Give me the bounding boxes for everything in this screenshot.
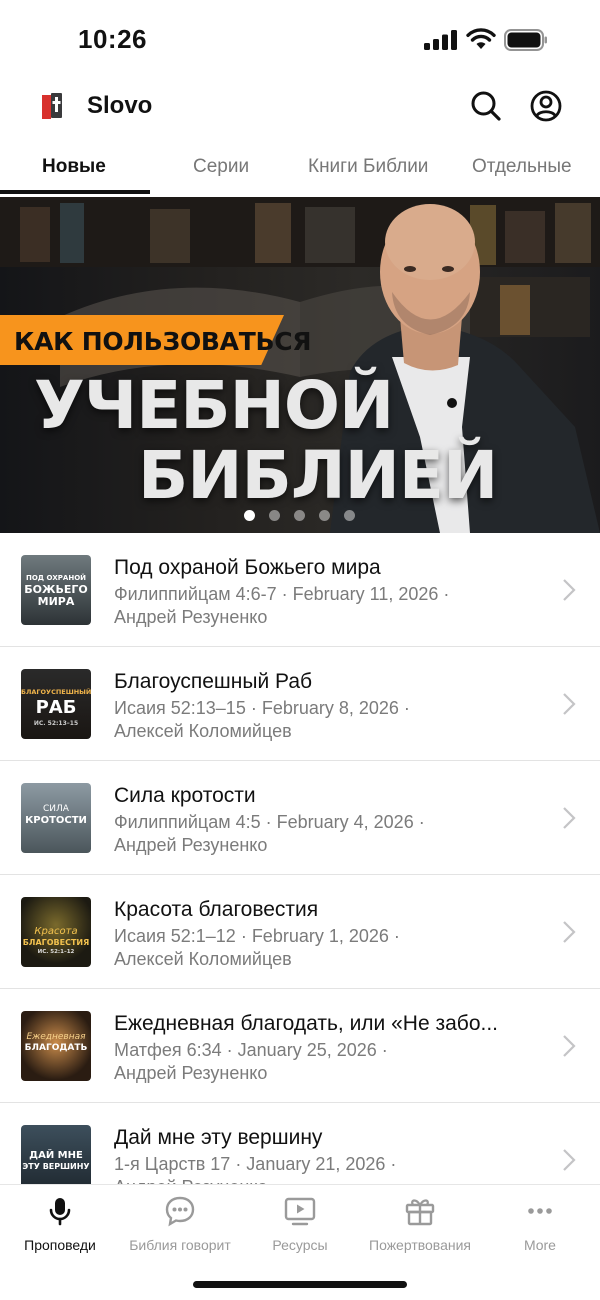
thumbnail-text: СИЛА	[43, 804, 69, 814]
banner-dot-3[interactable]	[294, 510, 305, 521]
tab-new[interactable]: Новые	[42, 156, 106, 178]
nav-label: Библия говорит	[129, 1237, 231, 1253]
tab-series[interactable]: Серии	[193, 156, 249, 178]
featured-banner[interactable]: КАК ПОЛЬЗОВАТЬСЯ УЧЕБНОЙ БИБЛИЕЙ	[0, 197, 600, 533]
thumbnail-text: Ежедневная	[26, 1032, 86, 1042]
thumbnail-text: БОЖЬЕГО	[24, 583, 88, 596]
chevron-right-icon	[563, 693, 576, 715]
nav-label: Пожертвования	[369, 1237, 471, 1253]
nav-resources[interactable]: Ресурсы	[240, 1195, 360, 1259]
sermon-thumbnail: Ежедневная БЛАГОДАТЬ	[21, 1011, 91, 1081]
thumbnail-text: БЛАГОДАТЬ	[24, 1043, 88, 1053]
tab-bible-books[interactable]: Книги Библии	[308, 156, 428, 178]
chevron-right-icon	[563, 1149, 576, 1171]
search-icon[interactable]	[469, 89, 503, 123]
thumbnail-text: МИРА	[37, 595, 75, 608]
bottom-tab-bar: Проповеди Библия говорит Ресурсы Пожертв…	[0, 1184, 600, 1300]
sermon-list-item[interactable]: БЛАГОУСПЕШНЫЙ РАБ ИС. 52:13–15 Благоуспе…	[0, 647, 600, 761]
profile-icon[interactable]	[529, 89, 563, 123]
sermon-thumbnail: Красота БЛАГОВЕСТИЯ ИС. 52:1–12	[21, 897, 91, 967]
slovo-logo-icon	[42, 93, 62, 119]
sermon-author: Алексей Коломийцев	[114, 949, 292, 969]
sermon-reference-date: 1-я Царств 17 · January 21, 2026 ·	[114, 1154, 397, 1174]
banner-headline-line1: УЧЕБНОЙ	[34, 367, 394, 444]
banner-dot-5[interactable]	[344, 510, 355, 521]
thumbnail-text: КРОТОСТИ	[25, 815, 87, 826]
status-bar: 10:26	[0, 0, 600, 80]
thumbnail-text: ПОД ОХРАНОЙ	[25, 574, 87, 582]
app-title: Slovo	[87, 92, 153, 119]
microphone-icon	[49, 1198, 71, 1226]
nav-bible-speaks[interactable]: Библия говорит	[120, 1195, 240, 1259]
sermon-title: Сила кротости	[114, 784, 256, 807]
home-indicator[interactable]	[193, 1281, 407, 1288]
sermon-title: Красота благовестия	[114, 898, 319, 921]
sermon-reference-date: Матфея 6:34 · January 25, 2026 ·	[114, 1040, 388, 1060]
sermon-list-item[interactable]: Ежедневная БЛАГОДАТЬ Ежедневная благодат…	[0, 989, 600, 1103]
chevron-right-icon	[563, 1035, 576, 1057]
banner-dot-2[interactable]	[269, 510, 280, 521]
sermon-reference-date: Филиппийцам 4:5 · February 4, 2026 ·	[114, 812, 425, 832]
banner-tag-text: КАК ПОЛЬЗОВАТЬСЯ	[14, 327, 312, 356]
battery-icon	[504, 29, 547, 51]
sermon-reference-date: Филиппийцам 4:6-7 · February 11, 2026 ·	[114, 584, 450, 604]
chevron-right-icon	[563, 921, 576, 943]
sermon-title: Дай мне эту вершину	[114, 1126, 323, 1149]
thumbnail-text: ИС. 52:13–15	[33, 720, 79, 727]
category-tabs: Новые Серии Книги Библии Отдельные	[0, 140, 600, 196]
cellular-signal-icon	[424, 30, 457, 50]
nav-label: Ресурсы	[272, 1237, 328, 1253]
thumbnail-text: БЛАГОВЕСТИЯ	[22, 938, 90, 947]
thumbnail-text: ИС. 52:1–12	[37, 949, 75, 955]
app-header: Slovo	[0, 80, 600, 134]
sermon-reference-date: Исаия 52:1–12 · February 1, 2026 ·	[114, 926, 400, 946]
sermon-list-item[interactable]: Красота БЛАГОВЕСТИЯ ИС. 52:1–12 Красота …	[0, 875, 600, 989]
active-tab-indicator	[0, 190, 150, 194]
thumbnail-text: ДАЙ МНЕ	[29, 1150, 83, 1161]
thumbnail-text: Красота	[34, 926, 78, 937]
tab-single[interactable]: Отдельные	[472, 156, 572, 178]
nav-label: More	[524, 1237, 556, 1253]
banner-headline-line2: БИБЛИЕЙ	[138, 437, 498, 514]
sermon-author: Алексей Коломийцев	[114, 721, 292, 741]
sermon-author: Андрей Резуненко	[114, 1063, 268, 1083]
sermon-reference-date: Исаия 52:13–15 · February 8, 2026 ·	[114, 698, 410, 718]
speech-bubble-icon	[165, 1196, 195, 1227]
sermon-title: Ежедневная благодать, или «Не забо...	[114, 1012, 498, 1035]
thumbnail-text: РАБ	[35, 697, 77, 718]
sermon-title: Благоуспешный Раб	[114, 670, 313, 693]
gift-icon	[405, 1199, 435, 1226]
thumbnail-text: БЛАГОУСПЕШНЫЙ	[21, 688, 91, 696]
banner-dot-4[interactable]	[319, 510, 330, 521]
sermon-author: Андрей Резуненко	[114, 607, 268, 627]
video-screen-icon	[284, 1197, 316, 1226]
chevron-right-icon	[563, 807, 576, 829]
chevron-right-icon	[563, 579, 576, 601]
sermon-author: Андрей Резуненко	[114, 835, 268, 855]
banner-dot-1[interactable]	[244, 510, 255, 521]
sermon-thumbnail: БЛАГОУСПЕШНЫЙ РАБ ИС. 52:13–15	[21, 669, 91, 739]
nav-label: Проповеди	[24, 1237, 96, 1253]
more-dots-icon	[528, 1208, 552, 1214]
wifi-icon	[466, 28, 496, 49]
sermon-list-item[interactable]: ПОД ОХРАНОЙ БОЖЬЕГО МИРА Под охраной Бож…	[0, 533, 600, 647]
status-time: 10:26	[78, 24, 147, 54]
sermon-thumbnail: ПОД ОХРАНОЙ БОЖЬЕГО МИРА	[21, 555, 91, 625]
sermon-title: Под охраной Божьего мира	[114, 556, 381, 579]
sermon-list-item[interactable]: СИЛА КРОТОСТИ Сила кротости Филиппийцам …	[0, 761, 600, 875]
nav-sermons[interactable]: Проповеди	[0, 1195, 120, 1259]
thumbnail-text: ЭТУ ВЕРШИНУ	[22, 1162, 90, 1171]
nav-more[interactable]: More	[480, 1195, 600, 1259]
sermon-thumbnail: СИЛА КРОТОСТИ	[21, 783, 91, 853]
nav-donations[interactable]: Пожертвования	[360, 1195, 480, 1259]
